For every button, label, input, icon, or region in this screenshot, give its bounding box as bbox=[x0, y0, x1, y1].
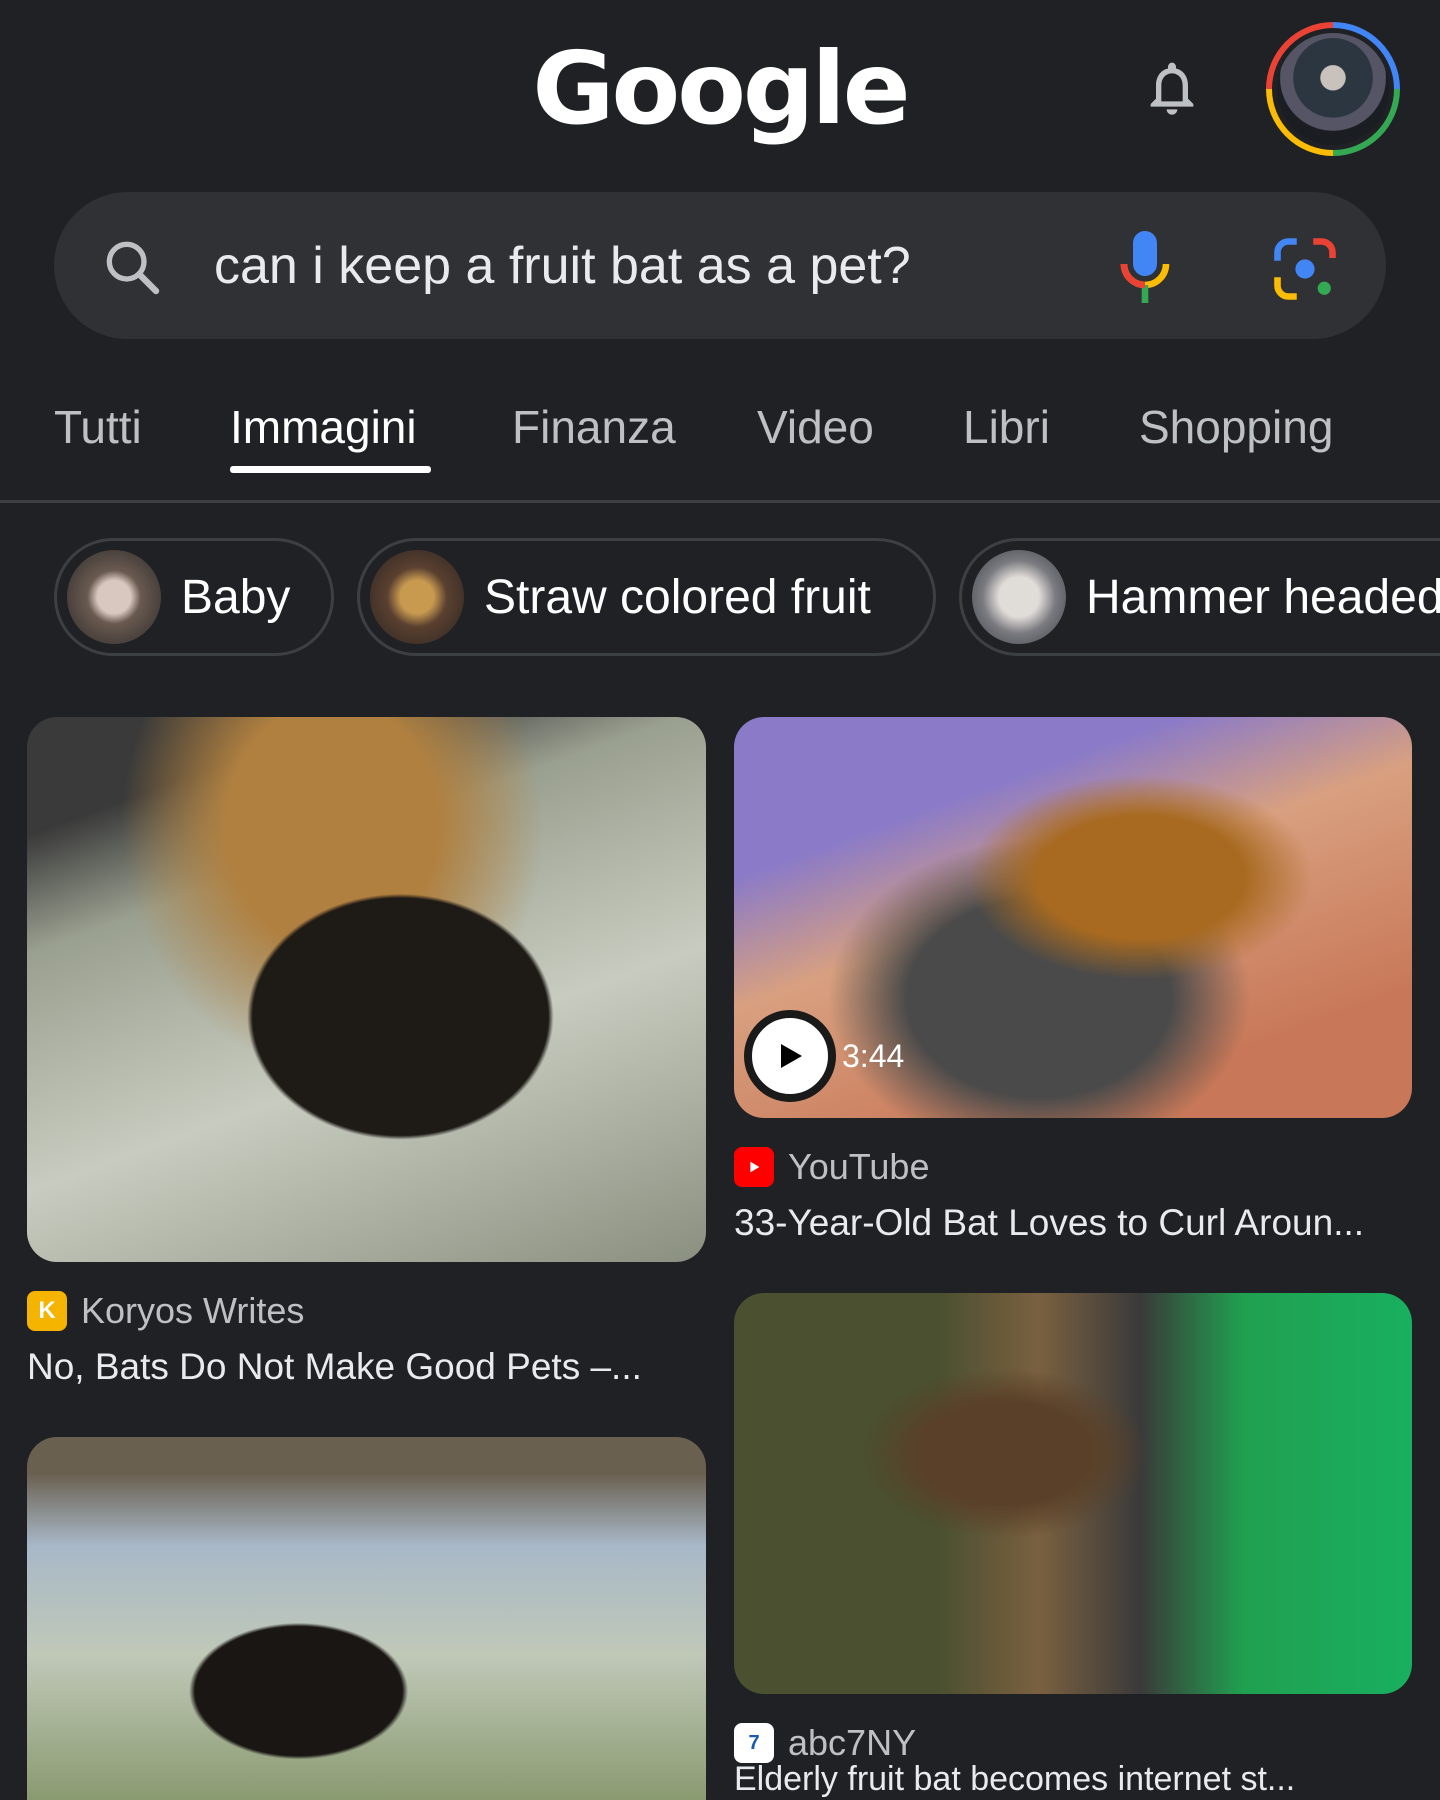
tab-tutti[interactable]: Tutti bbox=[54, 400, 142, 454]
chip-label: Straw colored fruit bbox=[484, 570, 871, 624]
source-name: YouTube bbox=[788, 1146, 930, 1187]
result-title[interactable]: 33-Year-Old Bat Loves to Curl Aroun... bbox=[734, 1202, 1404, 1244]
active-tab-indicator bbox=[230, 466, 431, 473]
play-icon bbox=[744, 1010, 836, 1102]
tab-libri[interactable]: Libri bbox=[963, 400, 1050, 454]
profile-avatar[interactable] bbox=[1266, 22, 1400, 156]
result-image-bat-cage[interactable] bbox=[27, 717, 706, 1262]
tab-finanza[interactable]: Finanza bbox=[512, 400, 676, 454]
result-title[interactable]: No, Bats Do Not Make Good Pets –... bbox=[27, 1346, 697, 1388]
result-source[interactable]: 7 abc7NY bbox=[734, 1722, 916, 1764]
result-source[interactable]: K Koryos Writes bbox=[27, 1290, 304, 1332]
chip-label: Hammer headed bbox=[1086, 570, 1440, 624]
result-title[interactable]: Elderly fruit bat becomes internet st... bbox=[734, 1760, 1404, 1799]
result-image-bat-tree[interactable] bbox=[27, 1437, 706, 1800]
search-bar[interactable]: can i keep a fruit bat as a pet? bbox=[54, 192, 1386, 339]
video-duration-badge[interactable]: 3:44 bbox=[744, 1008, 904, 1104]
source-name: abc7NY bbox=[788, 1722, 917, 1763]
chip-label: Baby bbox=[181, 570, 291, 624]
koryos-favicon: K bbox=[27, 1291, 67, 1331]
chip-thumbnail bbox=[370, 550, 464, 644]
google-logo[interactable]: Google bbox=[0, 30, 1440, 147]
search-icon[interactable] bbox=[100, 235, 164, 299]
chip-straw-colored-fruit[interactable]: Straw colored fruit bbox=[357, 538, 936, 656]
lens-icon[interactable] bbox=[1272, 236, 1338, 302]
chip-thumbnail bbox=[67, 550, 161, 644]
result-image-bat-green[interactable] bbox=[734, 1293, 1412, 1694]
tab-video[interactable]: Video bbox=[757, 400, 874, 454]
tab-shopping[interactable]: Shopping bbox=[1139, 400, 1333, 454]
source-name: Koryos Writes bbox=[81, 1290, 305, 1331]
mic-icon[interactable] bbox=[1118, 228, 1172, 306]
chip-baby[interactable]: Baby bbox=[54, 538, 334, 656]
search-input[interactable]: can i keep a fruit bat as a pet? bbox=[214, 236, 911, 296]
bell-icon[interactable] bbox=[1140, 52, 1204, 124]
result-source[interactable]: YouTube bbox=[734, 1146, 929, 1188]
chip-hammer-headed[interactable]: Hammer headed bbox=[959, 538, 1440, 656]
divider bbox=[0, 500, 1440, 503]
chip-thumbnail bbox=[972, 550, 1066, 644]
tab-immagini[interactable]: Immagini bbox=[230, 400, 417, 454]
youtube-icon bbox=[734, 1147, 774, 1187]
video-duration: 3:44 bbox=[842, 1037, 905, 1074]
abc7-favicon: 7 bbox=[734, 1723, 774, 1763]
